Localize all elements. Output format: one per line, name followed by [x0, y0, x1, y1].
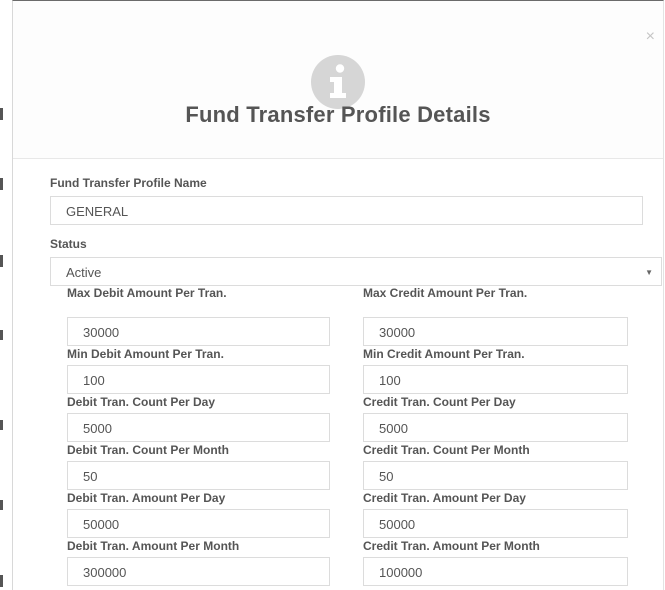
- edge-mark: [0, 108, 3, 120]
- credit-amount-per-day-label: Credit Tran. Amount Per Day: [363, 491, 526, 505]
- edge-mark: [0, 330, 3, 340]
- debit-count-per-day-input[interactable]: 5000: [67, 413, 330, 442]
- debit-amount-per-day-input[interactable]: 50000: [67, 509, 330, 538]
- credit-amount-per-month-label: Credit Tran. Amount Per Month: [363, 539, 540, 553]
- credit-amount-per-day-input[interactable]: 50000: [363, 509, 628, 538]
- edge-mark: [0, 178, 3, 190]
- debit-count-per-month-label: Debit Tran. Count Per Month: [67, 443, 229, 457]
- modal-title: Fund Transfer Profile Details: [185, 102, 491, 127]
- profile-name-input[interactable]: GENERAL: [50, 196, 643, 225]
- status-selected-value: Active: [66, 265, 102, 280]
- chevron-down-icon: ▼: [645, 268, 653, 277]
- status-label: Status: [50, 237, 87, 251]
- min-debit-per-tran-label: Min Debit Amount Per Tran.: [67, 347, 224, 361]
- max-debit-per-tran-input[interactable]: 30000: [67, 317, 330, 346]
- modal-header: × Fund Transfer Profile Details: [13, 1, 663, 159]
- edge-mark: [0, 575, 3, 587]
- debit-count-per-day-label: Debit Tran. Count Per Day: [67, 395, 216, 409]
- debit-amount-per-month-label: Debit Tran. Amount Per Month: [67, 539, 240, 553]
- debit-amount-per-month-input[interactable]: 300000: [67, 557, 330, 586]
- debit-count-per-month-input[interactable]: 50: [67, 461, 330, 490]
- credit-count-per-day-label: Credit Tran. Count Per Day: [363, 395, 516, 409]
- debit-amount-per-day-label: Debit Tran. Amount Per Day: [67, 491, 226, 505]
- credit-count-per-day-input[interactable]: 5000: [363, 413, 628, 442]
- edge-mark: [0, 420, 3, 430]
- fund-transfer-profile-modal: × Fund Transfer Profile Details Fund Tra…: [12, 0, 664, 590]
- credit-count-per-month-label: Credit Tran. Count Per Month: [363, 443, 530, 457]
- max-debit-per-tran-label: Max Debit Amount Per Tran.: [67, 286, 227, 300]
- max-credit-per-tran-input[interactable]: 30000: [363, 317, 628, 346]
- min-credit-per-tran-input[interactable]: 100: [363, 365, 628, 394]
- close-button[interactable]: ×: [646, 29, 655, 45]
- profile-name-label: Fund Transfer Profile Name: [50, 176, 207, 190]
- status-select[interactable]: Active ▼: [50, 257, 662, 286]
- max-credit-per-tran-label: Max Credit Amount Per Tran.: [363, 286, 528, 300]
- min-credit-per-tran-label: Min Credit Amount Per Tran.: [363, 347, 525, 361]
- edge-mark: [0, 500, 3, 510]
- credit-count-per-month-input[interactable]: 50: [363, 461, 628, 490]
- min-debit-per-tran-input[interactable]: 100: [67, 365, 330, 394]
- credit-amount-per-month-input[interactable]: 100000: [363, 557, 628, 586]
- edge-mark: [0, 255, 3, 267]
